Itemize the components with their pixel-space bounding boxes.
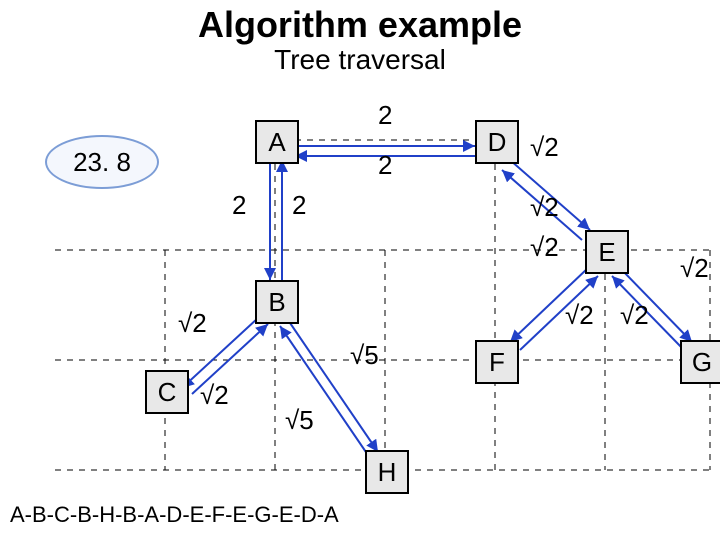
weight-bh-2: √5: [285, 405, 314, 436]
weight-ef-2: √2: [620, 300, 649, 331]
node-h: H: [365, 450, 409, 494]
weight-ef-1: √2: [565, 300, 594, 331]
weight-ab-right: 2: [292, 190, 306, 221]
weight-eg: √2: [680, 253, 709, 284]
node-e-label: E: [598, 237, 615, 268]
node-h-label: H: [378, 457, 397, 488]
weight-de-1: √2: [530, 192, 559, 223]
node-f-label: F: [489, 347, 505, 378]
node-c-label: C: [158, 377, 177, 408]
node-e: E: [585, 230, 629, 274]
weight-d-right: √2: [530, 132, 559, 163]
weight-ad-top: 2: [378, 100, 392, 131]
node-b-label: B: [268, 287, 285, 318]
node-a-label: A: [268, 127, 285, 158]
weight-ad-bottom: 2: [378, 150, 392, 181]
node-b: B: [255, 280, 299, 324]
node-d: D: [475, 120, 519, 164]
weight-ab-left: 2: [232, 190, 246, 221]
weight-de-2: √2: [530, 232, 559, 263]
traversal-path: A-B-C-B-H-B-A-D-E-F-E-G-E-D-A: [10, 502, 339, 528]
weight-bc-up: √2: [178, 308, 207, 339]
weight-cb: √2: [200, 380, 229, 411]
node-f: F: [475, 340, 519, 384]
weight-bh-1: √5: [350, 340, 379, 371]
node-g-label: G: [692, 347, 712, 378]
node-a: A: [255, 120, 299, 164]
node-c: C: [145, 370, 189, 414]
node-d-label: D: [488, 127, 507, 158]
slide: Algorithm example Tree traversal 23. 8: [0, 0, 720, 540]
node-g: G: [680, 340, 720, 384]
